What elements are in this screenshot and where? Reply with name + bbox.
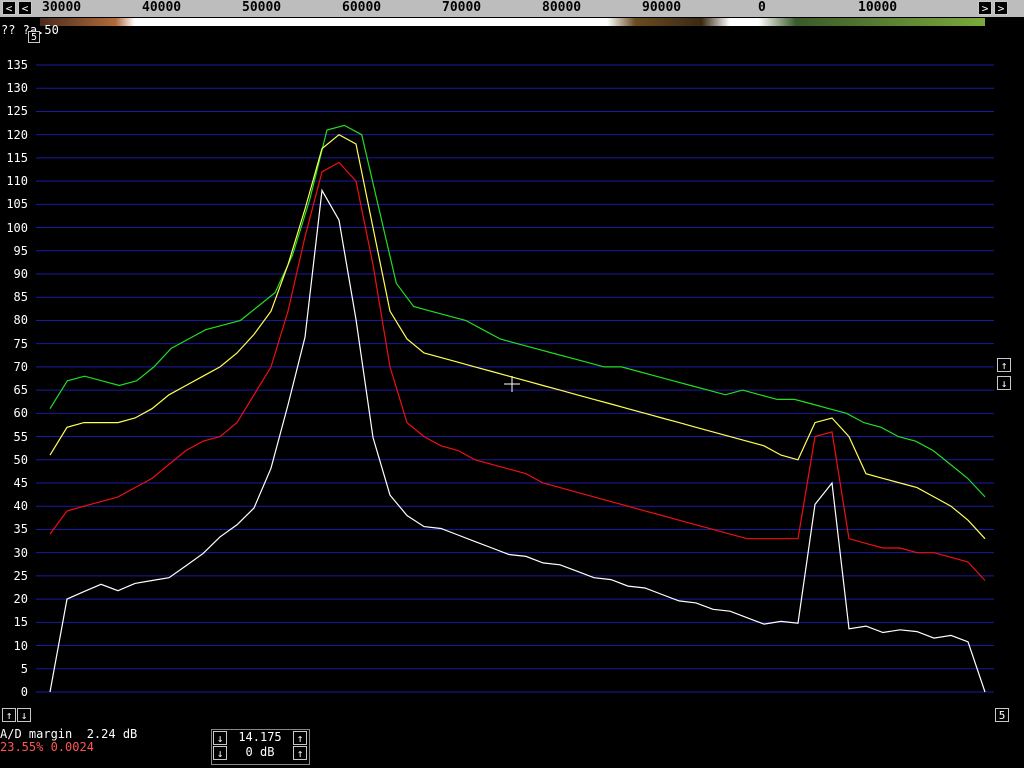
y-axis-label: 100	[6, 220, 28, 235]
y-axis-label: 10	[13, 638, 28, 653]
y-axis-label: 60	[13, 406, 28, 421]
value1-up-button[interactable]: ↑	[293, 731, 307, 745]
spectrum-trace	[49, 133, 986, 540]
y-axis-label: 80	[13, 313, 28, 328]
y-axis-label: 45	[13, 476, 28, 490]
y-axis-label: 130	[6, 81, 28, 96]
y-axis-label: 20	[13, 592, 28, 607]
y-axis-label: 90	[13, 267, 28, 281]
y-axis-label: 120	[6, 127, 28, 142]
spectrum-trace	[49, 188, 986, 693]
y-axis-label: 135	[6, 58, 28, 72]
y-axis-label: 105	[6, 197, 28, 212]
zoom-up-button[interactable]: ↑	[997, 358, 1011, 372]
y-axis-label: 50	[13, 452, 28, 467]
y-axis-label: 65	[13, 383, 28, 398]
y-axis-label: 25	[13, 568, 28, 583]
y-axis-label: 5	[20, 661, 28, 676]
value2-up-button[interactable]: ↑	[293, 746, 307, 760]
cpu-load-text: 23.55% 0.0024	[0, 740, 94, 754]
spectrum-plot	[36, 64, 994, 693]
y-axis-label: 95	[13, 243, 28, 258]
value1-down-button[interactable]: ↓	[213, 731, 227, 745]
y-axis-label: 0	[20, 685, 28, 699]
y-axis-label: 75	[13, 336, 28, 351]
left-down-button[interactable]: ↓	[17, 708, 31, 722]
y-axis-label: 55	[13, 429, 28, 444]
value2-display: 0 dB	[245, 745, 275, 759]
y-axis-label: 115	[6, 150, 28, 165]
y-axis-label: 125	[6, 104, 28, 119]
spectrum-trace	[49, 161, 986, 581]
y-axis-label: 70	[13, 359, 28, 374]
y-axis-label: 110	[6, 174, 28, 189]
zoom-down-button[interactable]: ↓	[997, 376, 1011, 390]
y-axis-label: 85	[13, 290, 28, 305]
bottom-right-button[interactable]: 5	[995, 708, 1009, 722]
value1-display: 14.175	[238, 730, 282, 744]
y-axis-label: 35	[13, 522, 28, 537]
y-axis-label: 40	[13, 499, 28, 514]
y-axis-label: 30	[13, 545, 28, 560]
value2-down-button[interactable]: ↓	[213, 746, 227, 760]
y-axis-label: 15	[13, 615, 28, 630]
left-up-button[interactable]: ↑	[2, 708, 16, 722]
